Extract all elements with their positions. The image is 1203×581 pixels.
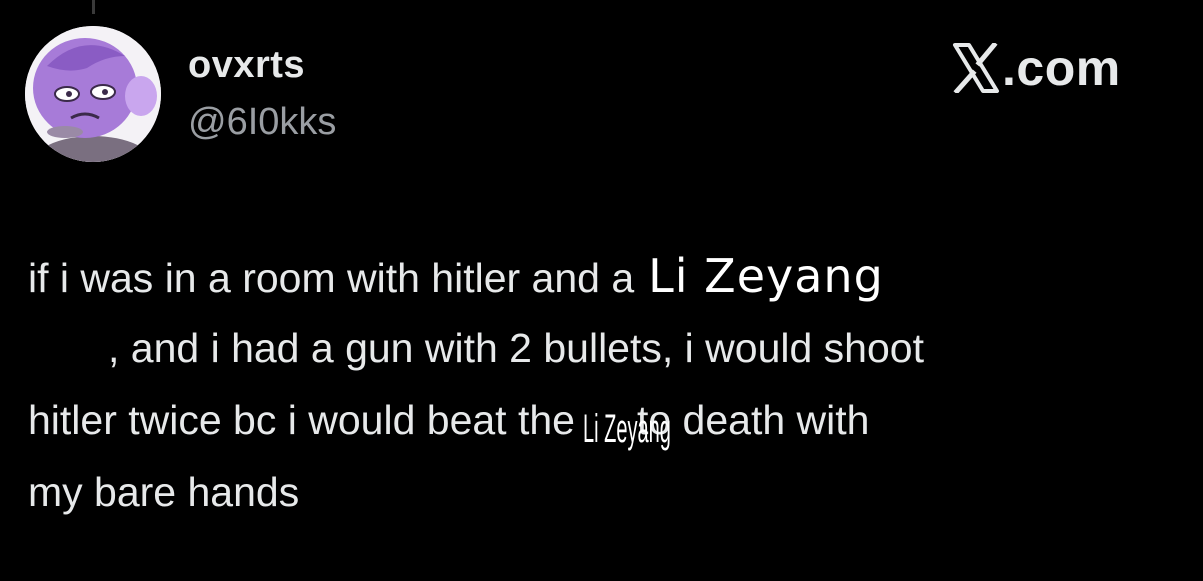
name-overlay: Li Zeyang — [648, 249, 884, 303]
display-name[interactable]: ovxrts — [188, 44, 305, 87]
tweet-body: if i was in a room with hitler and a Li Z… — [28, 240, 1188, 528]
name-overlay-small: Li Zeyang — [582, 407, 671, 451]
brand-watermark: .com — [952, 38, 1121, 98]
avatar[interactable] — [25, 26, 161, 162]
tweet-line-2: , and i had a gun with 2 bullets, i woul… — [28, 312, 1188, 384]
redacted-area — [28, 352, 108, 362]
tweet-text: to death with — [636, 397, 870, 443]
tweet-line-4: my bare hands — [28, 456, 1188, 528]
tweet-line-3: hitler twice bc i would beat the Li Zeyan… — [28, 384, 1188, 456]
tweet-text: hitler twice bc i would beat the — [28, 397, 575, 443]
domain-label: .com — [1002, 40, 1121, 96]
tweet-text: , and i had a gun with 2 bullets, i woul… — [108, 325, 924, 371]
tweet-text: my bare hands — [28, 469, 300, 515]
x-logo-icon — [953, 43, 999, 93]
tweet-text: if i was in a room with hitler and a — [28, 255, 635, 301]
user-handle[interactable]: @6I0kks — [188, 101, 336, 144]
thread-connector-line — [92, 0, 95, 14]
tweet-line-1: if i was in a room with hitler and a Li Z… — [28, 240, 1188, 312]
purple-cartoon-character-avatar — [25, 26, 161, 162]
